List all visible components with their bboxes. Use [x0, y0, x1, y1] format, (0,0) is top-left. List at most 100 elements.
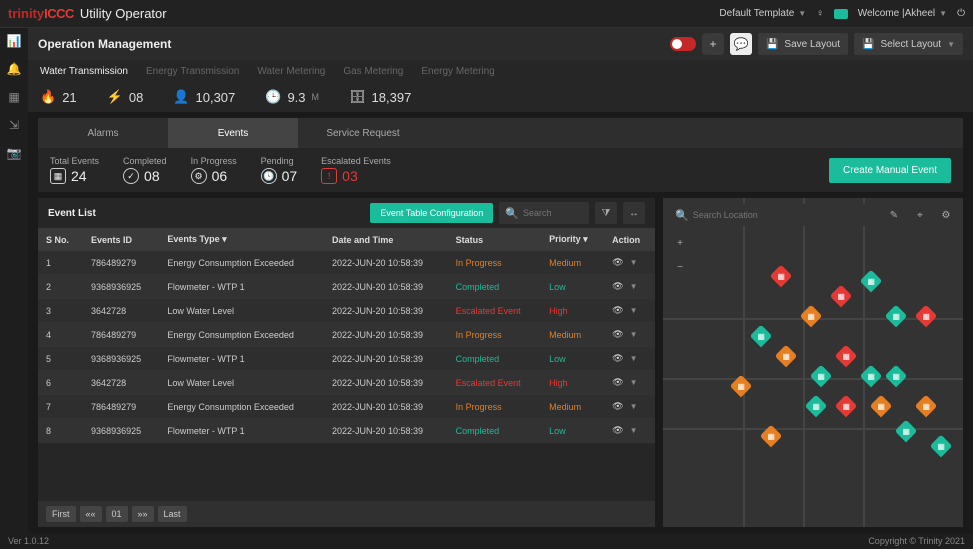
chevron-down-icon[interactable]: ▼ [630, 378, 638, 387]
pin-icon: ▦ [807, 312, 815, 321]
event-counters: Total Events ▦24 Completed ✓08 In Progre… [38, 148, 963, 192]
chevron-down-icon[interactable]: ▼ [630, 306, 638, 315]
chevron-down-icon[interactable]: ▼ [630, 426, 638, 435]
stat-value: 08 [129, 90, 143, 105]
chevron-down-icon[interactable]: ▼ [630, 282, 638, 291]
sub-tab[interactable]: Service Request [298, 118, 428, 148]
map-background[interactable] [663, 198, 963, 527]
cell-priority: High [541, 299, 604, 323]
chevron-down-icon: ▼ [939, 9, 947, 18]
cell-event-id: 786489279 [83, 251, 159, 275]
stat-item: 🕒9.3 M [265, 89, 319, 105]
nav-camera-icon[interactable]: 📷 [7, 146, 21, 160]
table-row[interactable]: 33642728Low Water Level2022-JUN-20 10:58… [38, 299, 655, 323]
stat-icon: 👤 [173, 89, 189, 105]
cell-status: Completed [448, 419, 542, 443]
view-icon[interactable]: 👁 [612, 353, 623, 364]
view-icon[interactable]: 👁 [612, 305, 623, 316]
power-icon[interactable]: ⏻ [957, 8, 965, 19]
page-next-button[interactable]: »» [132, 506, 154, 522]
column-header[interactable]: Priority ▾ [541, 228, 604, 251]
module-tab[interactable]: Energy Transmission [146, 66, 239, 77]
page-last-button[interactable]: Last [158, 506, 187, 522]
chevron-down-icon[interactable]: ▼ [630, 330, 638, 339]
table-row[interactable]: 7786489279Energy Consumption Exceeded202… [38, 395, 655, 419]
page-first-button[interactable]: First [46, 506, 76, 522]
page-number[interactable]: 01 [106, 506, 128, 522]
column-header[interactable]: Events Type ▾ [159, 228, 324, 251]
add-widget-button[interactable]: + [702, 33, 724, 55]
sub-tab[interactable]: Events [168, 118, 298, 148]
pin-icon: ▦ [937, 442, 945, 451]
pin-icon: ▦ [767, 432, 775, 441]
chevron-down-icon[interactable]: ▼ [630, 258, 638, 267]
map-target-button[interactable]: ⌖ [909, 204, 931, 226]
map-search-input[interactable] [693, 210, 873, 220]
pin-icon: ▦ [892, 312, 900, 321]
sub-tabs: AlarmsEventsService Request [38, 118, 963, 148]
cell-event-id: 9368936925 [83, 275, 159, 299]
view-icon[interactable]: 👁 [612, 281, 623, 292]
save-layout-button[interactable]: 💾 Save Layout [758, 33, 848, 55]
help-icon[interactable]: ♀ [816, 8, 824, 19]
version-label: Ver 1.0.12 [8, 536, 49, 546]
map-draw-button[interactable]: ✎ [883, 204, 905, 226]
event-table-scroll[interactable]: S No.Events IDEvents Type ▾Date and Time… [38, 228, 655, 501]
view-icon[interactable]: 👁 [612, 401, 623, 412]
template-dropdown[interactable]: Default Template▼ [719, 8, 806, 19]
select-layout-dropdown[interactable]: 💾 Select Layout ▼ [854, 33, 963, 55]
event-table-config-button[interactable]: Event Table Configuration [370, 203, 493, 223]
stat-value: 10,307 [196, 90, 236, 105]
map-search-group[interactable]: 🔍 [669, 204, 879, 226]
nav-export-icon[interactable]: ⇲ [7, 118, 21, 132]
counter-escalated: Escalated Events !03 [321, 156, 391, 184]
column-header[interactable]: Action [604, 228, 655, 251]
chat-button[interactable]: 💬 [730, 33, 752, 55]
chevron-down-icon[interactable]: ▼ [630, 354, 638, 363]
view-icon[interactable]: 👁 [612, 257, 623, 268]
map-header: 🔍 ✎ ⌖ ⚙ [669, 204, 957, 226]
filter-button[interactable]: ⧩ [595, 202, 617, 224]
map-zoom-in-button[interactable]: + [669, 232, 691, 254]
table-row[interactable]: 63642728Low Water Level2022-JUN-20 10:58… [38, 371, 655, 395]
column-header[interactable]: Events ID [83, 228, 159, 251]
brand-part1: trinity [8, 6, 44, 21]
live-toggle[interactable] [670, 37, 696, 51]
table-row[interactable]: 1786489279Energy Consumption Exceeded202… [38, 251, 655, 275]
view-icon[interactable]: 👁 [612, 425, 623, 436]
table-row[interactable]: 59368936925Flowmeter - WTP 12022-JUN-20 … [38, 347, 655, 371]
map-zoom-out-button[interactable]: − [669, 256, 691, 278]
event-search-input[interactable] [523, 208, 583, 218]
view-icon[interactable]: 👁 [612, 377, 623, 388]
module-tab[interactable]: Gas Metering [343, 66, 403, 77]
cell-status: In Progress [448, 395, 542, 419]
table-row[interactable]: 29368936925Flowmeter - WTP 12022-JUN-20 … [38, 275, 655, 299]
sub-tab[interactable]: Alarms [38, 118, 168, 148]
nav-alerts-icon[interactable]: 🔔 [7, 62, 21, 76]
cell-action: 👁▼ [604, 371, 655, 395]
table-row[interactable]: 89368936925Flowmeter - WTP 12022-JUN-20 … [38, 419, 655, 443]
map-settings-button[interactable]: ⚙ [935, 204, 957, 226]
search-icon: 🔍 [675, 209, 689, 222]
view-icon[interactable]: 👁 [612, 329, 623, 340]
cell-priority: Medium [541, 323, 604, 347]
nav-dashboard-icon[interactable]: 📊 [7, 34, 21, 48]
column-header[interactable]: Date and Time [324, 228, 448, 251]
sidebar: 📊 🔔 ▦ ⇲ 📷 [0, 28, 28, 533]
module-tab[interactable]: Water Metering [257, 66, 325, 77]
column-header[interactable]: Status [448, 228, 542, 251]
create-manual-event-button[interactable]: Create Manual Event [829, 158, 951, 183]
column-header[interactable]: S No. [38, 228, 83, 251]
cell-action: 👁▼ [604, 275, 655, 299]
user-menu[interactable]: Welcome |Akheel▼ [858, 8, 947, 19]
nav-calendar-icon[interactable]: ▦ [7, 90, 21, 104]
table-row[interactable]: 4786489279Energy Consumption Exceeded202… [38, 323, 655, 347]
cell-sno: 3 [38, 299, 83, 323]
chevron-down-icon[interactable]: ▼ [630, 402, 638, 411]
event-search-group[interactable]: 🔍 [499, 202, 589, 224]
expand-button[interactable]: ↔ [623, 202, 645, 224]
module-tab[interactable]: Water Transmission [40, 66, 128, 77]
page-prev-button[interactable]: «« [80, 506, 102, 522]
module-tab[interactable]: Energy Metering [421, 66, 494, 77]
cell-status: In Progress [448, 251, 542, 275]
